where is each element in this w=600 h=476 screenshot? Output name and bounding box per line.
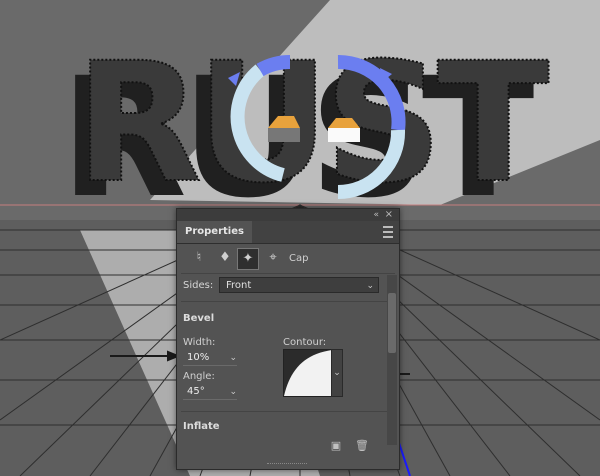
contour-curve-icon bbox=[284, 350, 332, 396]
sides-row: Sides: Front ⌄ bbox=[183, 277, 383, 295]
mesh-icon[interactable]: ♮ bbox=[189, 248, 209, 268]
divider bbox=[181, 273, 395, 274]
sides-select[interactable]: Front ⌄ bbox=[219, 277, 379, 293]
scroll-thumb[interactable] bbox=[388, 293, 396, 353]
panel-titlebar[interactable]: « × bbox=[177, 209, 399, 221]
tab-properties[interactable]: Properties bbox=[177, 221, 252, 243]
contour-label: Contour: bbox=[283, 337, 327, 348]
panel-menu-icon[interactable] bbox=[383, 226, 393, 238]
ring-left-accent bbox=[256, 54, 291, 77]
render-icon[interactable]: ▣ bbox=[329, 439, 343, 453]
width-field[interactable]: 10% ⌄ bbox=[183, 351, 237, 366]
angle-value: 45° bbox=[187, 386, 205, 397]
deform-icon[interactable]: ♦ bbox=[215, 248, 235, 268]
cap-icon[interactable]: ✦ bbox=[237, 248, 259, 270]
close-icon[interactable]: × bbox=[385, 209, 393, 221]
properties-panel: « × Properties ♮ ♦ ✦ ⌖ Cap Sides: Front … bbox=[176, 208, 400, 470]
contour-dropdown[interactable]: ⌄ bbox=[331, 349, 343, 397]
sides-value: Front bbox=[226, 280, 252, 291]
scale-widget-right-base bbox=[328, 128, 360, 142]
panel-footer: ▣ 🗑 bbox=[327, 439, 387, 457]
divider bbox=[181, 411, 395, 412]
chevron-down-icon: ⌄ bbox=[333, 368, 341, 378]
scale-widget-left-base bbox=[268, 128, 300, 142]
sides-label: Sides: bbox=[183, 280, 214, 291]
inflate-title: Inflate bbox=[183, 421, 220, 432]
width-label: Width: bbox=[183, 337, 216, 348]
chevron-down-icon: ⌄ bbox=[229, 353, 237, 363]
cap-label: Cap bbox=[289, 253, 309, 264]
coordinates-icon[interactable]: ⌖ bbox=[263, 248, 283, 268]
rust-text: RUST bbox=[75, 27, 549, 219]
width-value: 10% bbox=[187, 352, 210, 363]
rust-3d-text: RUST RUST bbox=[60, 26, 556, 234]
chevron-down-icon: ⌄ bbox=[229, 387, 237, 397]
angle-field[interactable]: 45° ⌄ bbox=[183, 385, 237, 400]
panel-tabbar: Properties bbox=[177, 221, 399, 244]
divider bbox=[181, 301, 395, 302]
collapse-icon[interactable]: « bbox=[373, 209, 379, 221]
contour-preview[interactable] bbox=[283, 349, 333, 397]
resize-handle[interactable] bbox=[267, 463, 307, 467]
angle-label: Angle: bbox=[183, 371, 215, 382]
properties-toolbar: ♮ ♦ ✦ ⌖ Cap bbox=[177, 245, 399, 271]
trash-icon[interactable]: 🗑 bbox=[355, 439, 369, 453]
panel-scrollbar[interactable] bbox=[387, 275, 397, 445]
chevron-down-icon: ⌄ bbox=[366, 281, 374, 291]
bevel-title: Bevel bbox=[183, 313, 215, 324]
